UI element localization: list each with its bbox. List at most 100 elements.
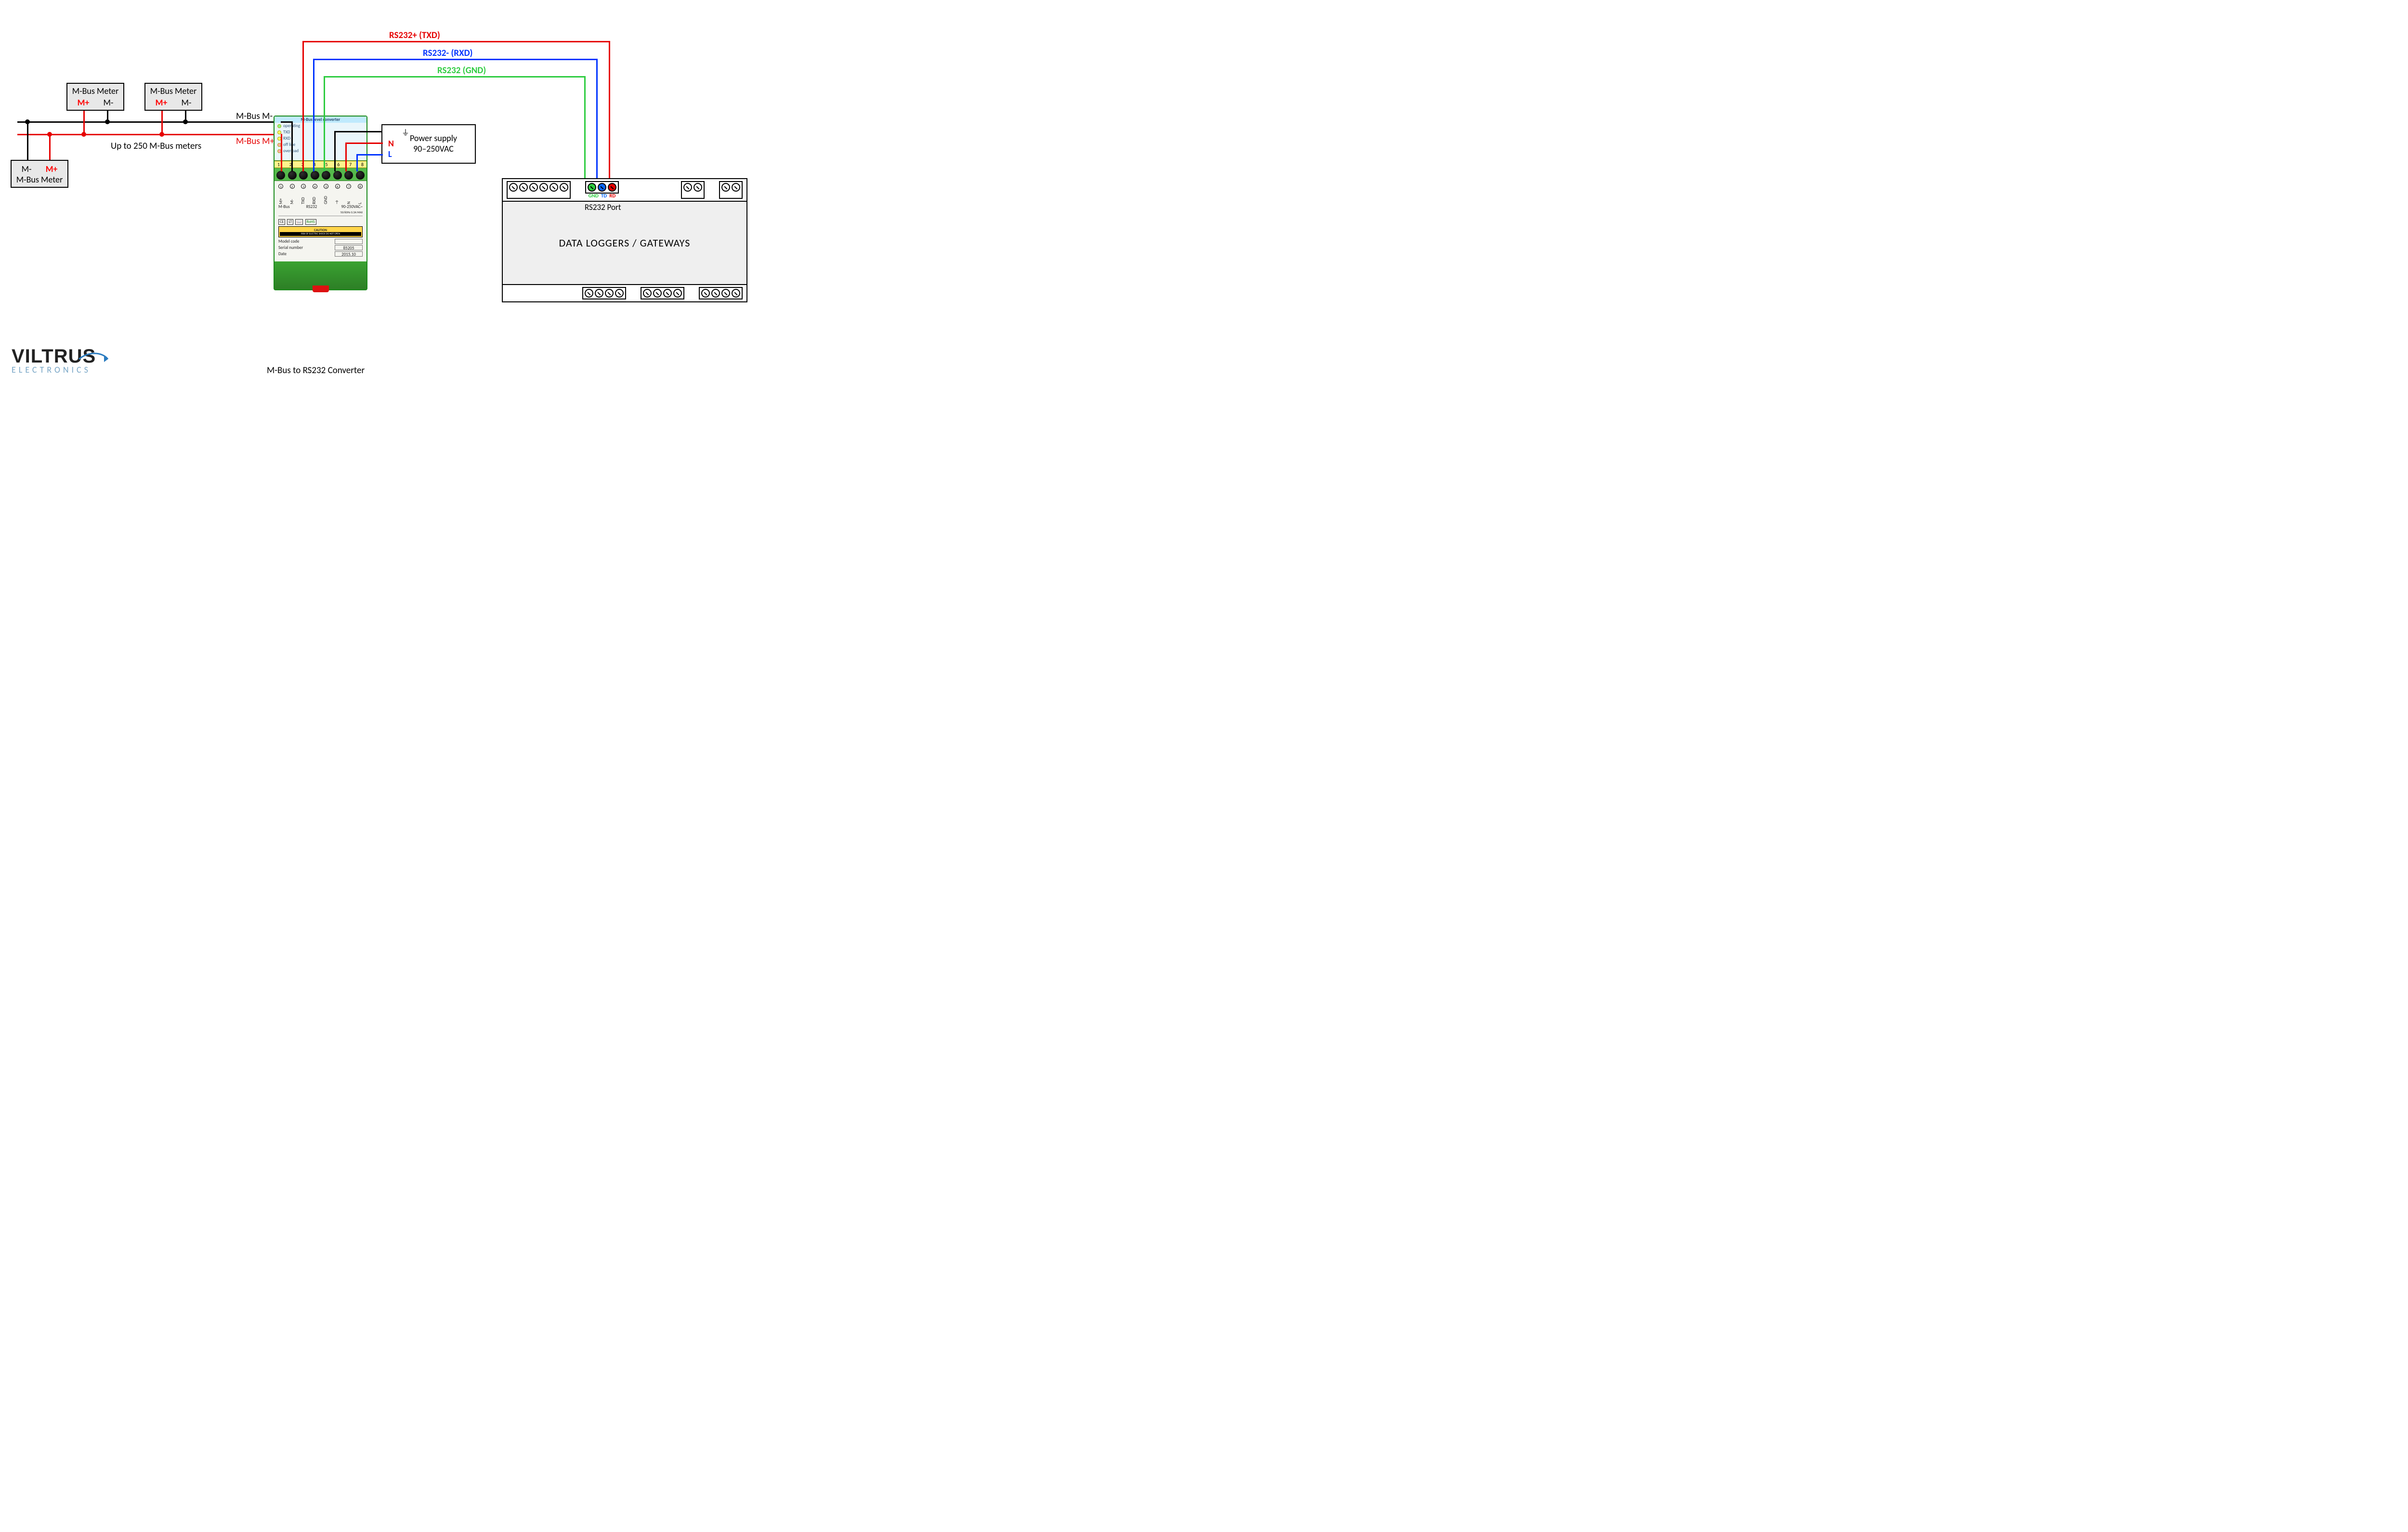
mbus-mplus-label: M-Bus M+ bbox=[236, 136, 275, 147]
rs232-rxd-wire bbox=[313, 59, 314, 171]
terminal-screw bbox=[653, 289, 662, 298]
meter-label: M-Bus Meter bbox=[70, 86, 120, 96]
terminal-screw bbox=[539, 183, 548, 192]
terminal-screw bbox=[732, 183, 740, 192]
mbus-mplus-to-converter bbox=[281, 134, 282, 171]
meter-label: M-Bus Meter bbox=[148, 86, 198, 96]
converter-din-foot bbox=[275, 261, 366, 289]
terminal-screw bbox=[732, 289, 740, 298]
mbus-mminus-label: M-Bus M- bbox=[236, 111, 273, 122]
logo-swoosh-icon bbox=[78, 352, 112, 365]
mbus-meter-a: M-Bus Meter M+ M- bbox=[66, 83, 124, 111]
logger-rd-label: RD bbox=[609, 193, 615, 199]
meter-label: M-Bus Meter bbox=[14, 174, 65, 185]
terminal-screw bbox=[605, 289, 614, 298]
terminal-screw bbox=[673, 289, 682, 298]
converter-badges: CE LT 📖 RoHS bbox=[278, 218, 363, 225]
terminal-block bbox=[582, 287, 626, 299]
terminal-screw bbox=[288, 171, 297, 180]
terminal-screw bbox=[595, 289, 603, 298]
din-rail-clip bbox=[313, 286, 329, 292]
mbus-rs232-converter: M-Bus level converter operating TXD RXD … bbox=[274, 116, 367, 290]
terminal-screw bbox=[333, 171, 342, 180]
junction-dot bbox=[47, 132, 52, 137]
terminal-slot bbox=[507, 287, 519, 299]
rs232-rxd-wire bbox=[596, 59, 598, 184]
terminal-screw bbox=[560, 183, 568, 192]
terminal-screw bbox=[721, 289, 730, 298]
rs232-gnd-screw bbox=[588, 183, 596, 192]
terminal-screw bbox=[701, 289, 710, 298]
terminal-block bbox=[641, 287, 684, 299]
meter-pin-mminus: M- bbox=[103, 97, 113, 108]
terminal-block bbox=[507, 181, 571, 199]
mbus-meter-b: M-Bus Meter M+ M- bbox=[144, 83, 202, 111]
terminal-screw bbox=[311, 171, 319, 180]
terminal-block bbox=[719, 181, 743, 199]
power-supply-box: ⏚ N L Power supply 90–250VAC bbox=[381, 124, 476, 164]
psu-l-label: L bbox=[388, 149, 394, 159]
psu-range: 90–250VAC bbox=[397, 143, 470, 154]
rs232-rxd-label: RS232- (RXD) bbox=[423, 48, 472, 59]
rs232-port-block bbox=[585, 181, 619, 194]
mbus-mplus-wire bbox=[17, 134, 282, 135]
terminal-screw bbox=[529, 183, 538, 192]
terminal-screw bbox=[663, 289, 672, 298]
terminal-screw bbox=[509, 183, 518, 192]
rs232-gnd-wire bbox=[584, 76, 586, 184]
logo-line2: ELECTRONICS bbox=[12, 364, 96, 375]
logger-title: DATA LOGGERS / GATEWAYS bbox=[503, 202, 746, 284]
rs232-td-screw bbox=[598, 183, 606, 192]
junction-dot bbox=[183, 119, 188, 124]
meter-pin-mplus: M+ bbox=[78, 97, 90, 108]
psu-ground-wire bbox=[334, 131, 382, 132]
psu-l-wire bbox=[356, 154, 383, 156]
meter-pin-mplus: M+ bbox=[46, 164, 58, 174]
meter-pin-mminus: M- bbox=[181, 97, 191, 108]
psu-n-wire bbox=[345, 143, 347, 171]
rs232-gnd-wire bbox=[324, 76, 325, 171]
terminal-screw bbox=[550, 183, 558, 192]
meter-pin-mminus: M- bbox=[22, 164, 32, 174]
logger-td-label: TD bbox=[601, 193, 607, 199]
terminal-screw bbox=[356, 171, 365, 180]
meter-c-mminus-drop bbox=[27, 121, 28, 161]
mbus-mminus-bend bbox=[281, 121, 292, 123]
mbus-mminus-to-converter bbox=[291, 121, 293, 171]
terminal-screw bbox=[299, 171, 308, 180]
terminal-screw bbox=[276, 171, 285, 180]
terminal-block bbox=[681, 181, 705, 199]
rs232-txd-wire bbox=[302, 41, 304, 171]
rs232-rxd-wire bbox=[313, 59, 598, 60]
converter-terminal-numbers: 1 2 3 4 5 6 7 8 bbox=[275, 161, 366, 168]
terminal-screw bbox=[344, 171, 353, 180]
terminal-screw bbox=[585, 289, 593, 298]
logger-gnd-label: GND bbox=[589, 193, 599, 199]
rs232-gnd-wire bbox=[324, 76, 584, 78]
rs232-rd-screw bbox=[608, 183, 616, 192]
mbus-meter-c: M- M+ M-Bus Meter bbox=[11, 160, 68, 188]
meter-pin-mplus: M+ bbox=[156, 97, 168, 108]
junction-dot bbox=[25, 119, 30, 124]
psu-n-wire bbox=[345, 143, 383, 144]
psu-n-label: N bbox=[388, 138, 394, 149]
rs232-gnd-label: RS232 (GND) bbox=[437, 65, 486, 76]
converter-caption: M-Bus to RS232 Converter bbox=[267, 365, 365, 376]
rs232-txd-wire bbox=[302, 41, 610, 42]
ground-icon: ⏚ bbox=[402, 126, 409, 138]
junction-dot bbox=[81, 132, 86, 137]
meter-b-mplus-rise bbox=[161, 108, 163, 135]
psu-ground-wire bbox=[334, 131, 336, 171]
terminal-screw bbox=[721, 183, 730, 192]
terminal-screw bbox=[322, 171, 330, 180]
terminal-screw bbox=[643, 289, 652, 298]
meter-a-mplus-rise bbox=[83, 108, 85, 135]
rs232-txd-wire bbox=[609, 41, 610, 184]
junction-dot bbox=[159, 132, 164, 137]
terminal-screw bbox=[711, 289, 720, 298]
data-logger-gateway: GND TD RD RS232 Port DATA LOGGERS / GATE… bbox=[502, 178, 747, 302]
terminal-screw bbox=[615, 289, 624, 298]
viltrus-logo: VILTRUS ELECTRONICS bbox=[12, 346, 96, 375]
terminal-slot bbox=[534, 287, 548, 299]
rs232-port-label: RS232 Port bbox=[585, 202, 621, 212]
